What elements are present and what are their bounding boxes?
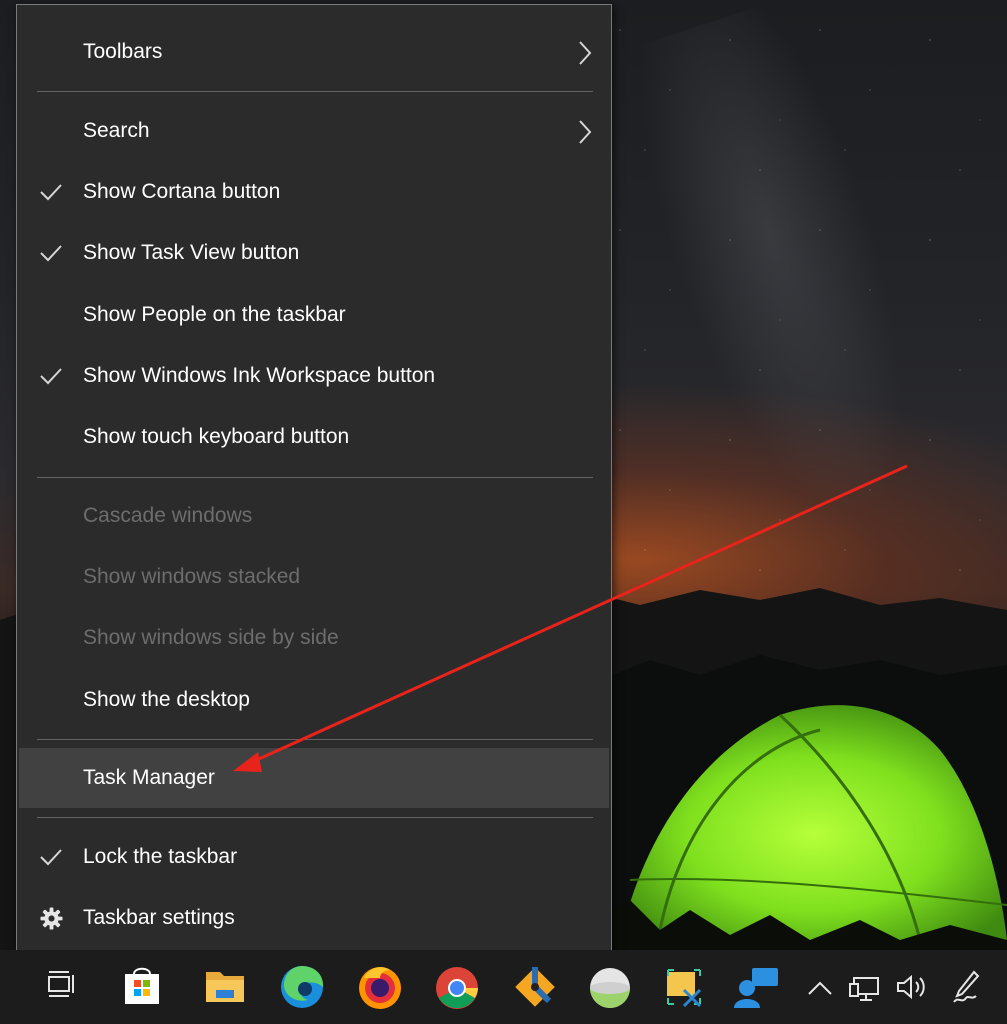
- file-explorer-icon: [206, 972, 244, 1002]
- chevron-right-icon: [579, 41, 592, 65]
- menu-item-label: Show windows stacked: [83, 565, 301, 588]
- windows-ink-button[interactable]: [944, 950, 988, 1024]
- gear-icon: [40, 907, 63, 930]
- menu-item-label: Show the desktop: [83, 688, 250, 711]
- feedback-hub-icon: [734, 968, 778, 1008]
- volume-button[interactable]: [892, 950, 932, 1024]
- firefox-button[interactable]: [350, 950, 410, 1024]
- task-view-button[interactable]: [30, 950, 90, 1024]
- menu-item-label: Lock the taskbar: [83, 845, 238, 868]
- menu-item-search[interactable]: Search: [19, 101, 609, 161]
- menu-item-label: Show windows side by side: [83, 626, 339, 649]
- disk-icon: [590, 968, 630, 1008]
- menu-item-cascade-windows: Cascade windows: [19, 486, 609, 546]
- menu-item-task-manager[interactable]: Task Manager: [19, 748, 609, 808]
- network-button[interactable]: [846, 950, 890, 1024]
- microsoft-store-button[interactable]: [112, 950, 172, 1024]
- volume-icon: [897, 974, 925, 1000]
- chrome-button[interactable]: [427, 950, 487, 1024]
- network-icon: [849, 977, 879, 1001]
- menu-item-show-touch-keyboard[interactable]: Show touch keyboard button: [19, 407, 609, 467]
- menu-item-toolbars[interactable]: Toolbars: [19, 22, 609, 82]
- menu-separator: [37, 817, 593, 818]
- menu-separator: [37, 477, 593, 478]
- menu-item-label: Taskbar settings: [83, 906, 235, 929]
- firefox-icon: [359, 967, 401, 1009]
- checkmark-icon: [40, 245, 62, 262]
- chrome-icon: [436, 967, 478, 1009]
- menu-item-label: Show touch keyboard button: [83, 425, 350, 448]
- menu-item-show-the-desktop[interactable]: Show the desktop: [19, 670, 609, 730]
- snipping-tool-icon: [667, 969, 702, 1008]
- menu-item-label: Search: [83, 119, 150, 142]
- menu-separator: [37, 91, 593, 92]
- taskbar: [0, 950, 1007, 1024]
- menu-item-show-windows-ink-workspace[interactable]: Show Windows Ink Workspace button: [19, 346, 609, 406]
- checkmark-icon: [40, 368, 62, 385]
- show-hidden-icons-chevron: [808, 981, 832, 995]
- show-hidden-icons-button[interactable]: [802, 950, 838, 1024]
- taskbar-context-menu: Toolbars Search Show Cortana button Show…: [16, 4, 612, 963]
- snipping-tool-button[interactable]: [654, 950, 714, 1024]
- menu-item-show-windows-stacked: Show windows stacked: [19, 547, 609, 607]
- menu-item-label: Show Task View button: [83, 241, 300, 264]
- task-view-icon: [48, 971, 74, 997]
- menu-item-show-task-view-button[interactable]: Show Task View button: [19, 223, 609, 283]
- checkmark-icon: [40, 184, 62, 201]
- windows-ink-icon: [953, 970, 980, 1003]
- microsoft-store-icon: [125, 967, 159, 1004]
- menu-item-label: Show People on the taskbar: [83, 303, 346, 326]
- feedback-hub-button[interactable]: [728, 950, 788, 1024]
- menu-item-label: Show Cortana button: [83, 180, 281, 203]
- menu-item-show-windows-side-by-side: Show windows side by side: [19, 608, 609, 668]
- file-explorer-button[interactable]: [195, 950, 255, 1024]
- menu-item-show-people[interactable]: Show People on the taskbar: [19, 285, 609, 345]
- menu-separator: [37, 739, 593, 740]
- checkmark-icon: [40, 849, 62, 866]
- menu-item-label: Toolbars: [83, 40, 163, 63]
- menu-item-taskbar-settings[interactable]: Taskbar settings: [19, 888, 609, 948]
- git-icon: [515, 967, 555, 1007]
- menu-item-label: Task Manager: [83, 766, 215, 789]
- disk-utility-button[interactable]: [580, 950, 640, 1024]
- edge-button[interactable]: [272, 950, 332, 1024]
- menu-item-label: Cascade windows: [83, 504, 253, 527]
- wallpaper-green-tent: [600, 705, 1007, 950]
- edge-icon: [281, 966, 324, 1008]
- menu-item-lock-the-taskbar[interactable]: Lock the taskbar: [19, 827, 609, 887]
- menu-item-show-cortana-button[interactable]: Show Cortana button: [19, 162, 609, 222]
- menu-item-label: Show Windows Ink Workspace button: [83, 364, 436, 387]
- chevron-right-icon: [579, 120, 592, 144]
- git-button[interactable]: [505, 950, 565, 1024]
